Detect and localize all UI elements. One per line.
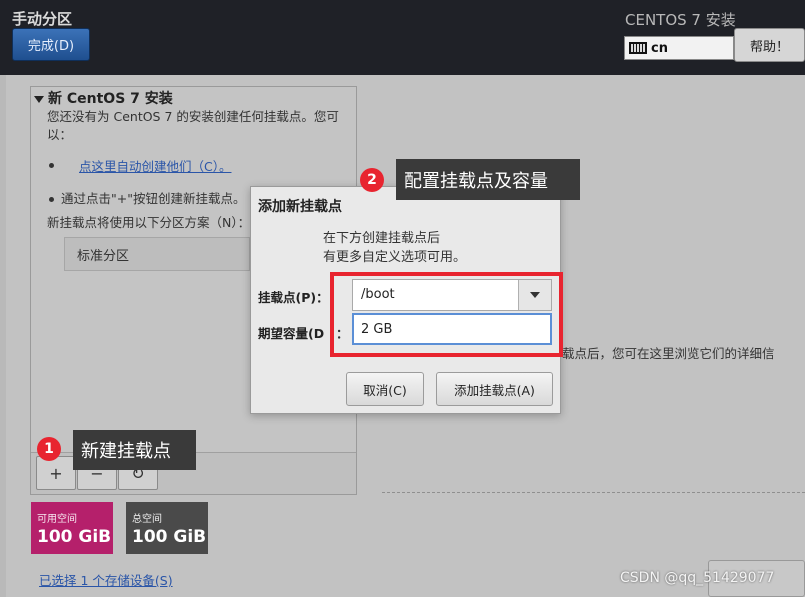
total-space-card: 总空间 100 GiB [126,502,208,554]
no-mount-text-2: 以： [47,127,73,142]
details-hint-text: 载点后，您可在这里浏览它们的详细信 [562,346,775,361]
done-button[interactable]: 完成(D) [12,28,90,61]
expand-triangle-icon [34,95,44,103]
total-space-value: 100 GiB [132,527,207,547]
auto-create-link[interactable]: 点这里自动创建他们（C）。 [79,158,231,176]
mount-point-label: 挂载点(P)： [258,290,329,305]
available-space-value: 100 GiB [37,527,112,547]
dashed-divider [382,492,805,493]
keyboard-layout-label: cn [651,40,668,56]
product-title: CENTOS 7 安装 [625,11,736,29]
section-title-label: 新 CentOS 7 安装 [48,91,173,107]
bullet-icon [49,197,54,202]
watermark: CSDN @qq_51429077 [620,570,775,586]
capacity-label: 期望容量(D [258,326,325,341]
dialog-desc-line2: 有更多自定义选项可用。 [323,250,467,265]
highlight-box [330,272,563,357]
keyboard-layout-indicator[interactable]: cn [624,36,734,60]
page-title: 手动分区 [12,10,73,28]
top-bar: 手动分区 完成(D) CENTOS 7 安装 cn 帮助！ [0,0,805,75]
cancel-button[interactable]: 取消(C) [346,372,424,406]
manual-create-text: 通过点击"+"按钮创建新挂载点。 [61,191,246,206]
callout-new-mount: 新建挂载点 [73,430,196,470]
step-badge-2: 2 [360,168,384,192]
available-space-card: 可用空间 100 GiB [31,502,113,554]
add-mount-point-button[interactable]: 添加挂载点(A) [436,372,553,406]
keyboard-icon [629,42,647,54]
dialog-title: 添加新挂载点 [258,199,342,215]
step-badge-1: 1 [37,437,61,461]
dialog-desc-line1: 在下方创建挂载点后 [323,231,441,246]
total-space-label: 总空间 [132,514,162,525]
callout-configure: 配置挂载点及容量 [396,159,580,200]
scheme-text: 新挂载点将使用以下分区方案（N）： [47,215,251,230]
section-title[interactable]: 新 CentOS 7 安装 [34,88,173,108]
available-space-label: 可用空间 [37,514,77,525]
help-button[interactable]: 帮助！ [734,28,805,62]
add-mount-button[interactable]: + [36,456,76,490]
dialog-description: 在下方创建挂载点后 有更多自定义选项可用。 [323,229,466,267]
bullet-icon [49,163,54,168]
no-mount-text-1: 您还没有为 CentOS 7 的安装创建任何挂载点。您可 [47,109,339,124]
storage-devices-link[interactable]: 已选择 1 个存储设备(S) [39,570,173,589]
partition-scheme-select[interactable]: 标准分区 [64,237,250,271]
